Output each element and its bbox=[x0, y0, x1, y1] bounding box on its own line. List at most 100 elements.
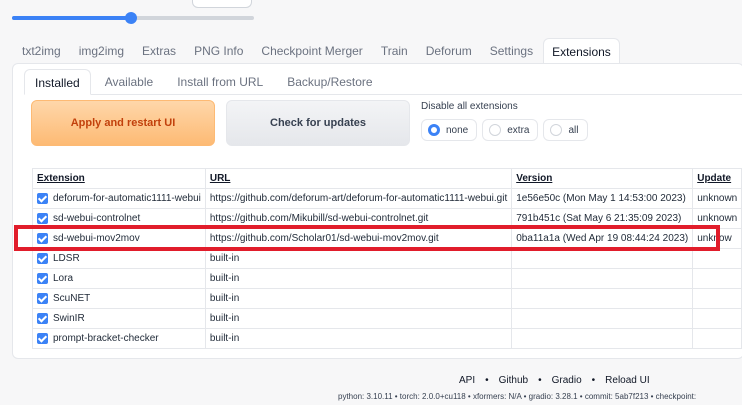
enabled-checkbox[interactable] bbox=[37, 252, 48, 264]
subtab-install-from-url[interactable]: Install from URL bbox=[167, 69, 273, 95]
extension-name: SwinIR bbox=[53, 313, 85, 325]
tab-train[interactable]: Train bbox=[373, 38, 416, 64]
tab-img2img[interactable]: img2img bbox=[71, 38, 132, 64]
header-update[interactable]: Update bbox=[692, 168, 742, 189]
extension-cell: sd-webui-controlnet bbox=[32, 208, 206, 229]
footer-links: API • Github • Gradio • Reload UI bbox=[459, 375, 650, 386]
footer-separator: • bbox=[591, 375, 596, 386]
update-cell bbox=[692, 248, 742, 269]
radio-all-label: all bbox=[568, 124, 579, 136]
slider[interactable] bbox=[12, 10, 254, 26]
slider-thumb[interactable] bbox=[124, 12, 137, 24]
radio-none[interactable]: none bbox=[421, 119, 478, 141]
table-row: LDSR built-in bbox=[32, 248, 742, 269]
enabled-checkbox[interactable] bbox=[37, 312, 48, 324]
version-cell: 1e56e50c (Mon May 1 14:53:00 2023) bbox=[511, 188, 694, 209]
update-cell: unknow bbox=[692, 228, 742, 249]
url-cell: https://github.com/Scholar01/sd-webui-mo… bbox=[204, 228, 513, 249]
main-tabs: txt2img img2img Extras PNG Info Checkpoi… bbox=[14, 38, 622, 64]
version-cell bbox=[511, 308, 694, 329]
table-row: sd-webui-mov2mov https://github.com/Scho… bbox=[32, 228, 742, 249]
enabled-checkbox[interactable] bbox=[37, 332, 48, 344]
footer-version-info: python: 3.10.11 • torch: 2.0.0+cu118 • x… bbox=[338, 392, 697, 401]
table-row: deforum-for-automatic1111-webui https://… bbox=[32, 188, 742, 209]
header-extension[interactable]: Extension bbox=[32, 168, 206, 189]
footer-separator: • bbox=[538, 375, 542, 386]
version-cell: 791b451c (Sat May 6 21:35:09 2023) bbox=[511, 208, 694, 229]
subtab-available[interactable]: Available bbox=[95, 69, 163, 95]
enabled-checkbox[interactable] bbox=[37, 272, 48, 284]
radio-selected-icon bbox=[428, 124, 440, 136]
table-header-row: Extension URL Version Update bbox=[32, 168, 742, 189]
extension-cell: deforum-for-automatic1111-webui bbox=[32, 188, 206, 209]
extensions-table: Extension URL Version Update deforum-for… bbox=[32, 168, 742, 349]
tab-png-info[interactable]: PNG Info bbox=[186, 38, 251, 64]
radio-unselected-icon bbox=[489, 124, 502, 136]
version-cell bbox=[511, 268, 694, 289]
radio-unselected-icon bbox=[550, 124, 563, 136]
extension-name: Lora bbox=[53, 273, 74, 285]
url-cell: https://github.com/deforum-art/deforum-f… bbox=[204, 188, 513, 209]
table-row: SwinIR built-in bbox=[32, 308, 742, 329]
enabled-checkbox[interactable] bbox=[37, 292, 48, 304]
url-cell: built-in bbox=[204, 288, 513, 309]
update-cell bbox=[692, 268, 742, 289]
check-updates-button[interactable]: Check for updates bbox=[226, 100, 410, 146]
footer-link-github[interactable]: Github bbox=[499, 375, 528, 386]
extension-name: sd-webui-mov2mov bbox=[53, 233, 140, 245]
table-row: Lora built-in bbox=[32, 268, 742, 289]
footer-link-reload-ui[interactable]: Reload UI bbox=[605, 375, 649, 386]
footer-link-gradio[interactable]: Gradio bbox=[552, 375, 582, 386]
version-cell: 0ba11a1a (Wed Apr 19 08:44:24 2023) bbox=[511, 228, 694, 249]
version-cell bbox=[511, 248, 694, 269]
enabled-checkbox[interactable] bbox=[37, 192, 48, 204]
enabled-checkbox[interactable] bbox=[37, 212, 48, 224]
extension-name: ScuNET bbox=[53, 293, 91, 305]
update-cell bbox=[692, 308, 742, 329]
top-field bbox=[192, 0, 252, 8]
sub-tabs: Installed Available Install from URL Bac… bbox=[24, 69, 387, 95]
tab-settings[interactable]: Settings bbox=[482, 38, 541, 64]
slider-fill bbox=[12, 16, 131, 20]
radio-none-label: none bbox=[446, 124, 469, 136]
footer-separator: • bbox=[485, 375, 489, 386]
url-cell: built-in bbox=[204, 248, 513, 269]
url-cell: built-in bbox=[204, 268, 513, 289]
extension-cell: ScuNET bbox=[32, 288, 206, 309]
extension-name: LDSR bbox=[53, 253, 80, 265]
header-url[interactable]: URL bbox=[204, 168, 513, 189]
subtab-backup-restore[interactable]: Backup/Restore bbox=[277, 69, 382, 95]
tab-extensions[interactable]: Extensions bbox=[543, 38, 620, 64]
radio-all[interactable]: all bbox=[543, 119, 588, 141]
extension-cell: SwinIR bbox=[32, 308, 206, 329]
extension-cell: prompt-bracket-checker bbox=[32, 328, 206, 349]
disable-extensions-label: Disable all extensions bbox=[421, 101, 518, 112]
update-cell bbox=[692, 288, 742, 309]
url-cell: https://github.com/Mikubill/sd-webui-con… bbox=[204, 208, 513, 229]
footer-link-api[interactable]: API bbox=[459, 375, 475, 386]
tab-deforum[interactable]: Deforum bbox=[418, 38, 480, 64]
radio-extra-label: extra bbox=[507, 124, 530, 136]
url-cell: built-in bbox=[204, 308, 513, 329]
extension-name: deforum-for-automatic1111-webui bbox=[53, 193, 201, 205]
enabled-checkbox[interactable] bbox=[37, 232, 48, 244]
subtab-installed[interactable]: Installed bbox=[24, 69, 91, 95]
update-cell: unknown bbox=[692, 208, 742, 229]
update-cell: unknown bbox=[692, 188, 742, 209]
tab-checkpoint-merger[interactable]: Checkpoint Merger bbox=[253, 38, 370, 64]
apply-restart-button[interactable]: Apply and restart UI bbox=[31, 100, 215, 146]
table-row: ScuNET built-in bbox=[32, 288, 742, 309]
version-cell bbox=[511, 288, 694, 309]
disable-extensions-radio-group: none extra all bbox=[421, 119, 593, 141]
update-cell bbox=[692, 328, 742, 349]
extension-name: sd-webui-controlnet bbox=[53, 213, 141, 225]
tab-extras[interactable]: Extras bbox=[134, 38, 184, 64]
url-cell: built-in bbox=[204, 328, 513, 349]
radio-extra[interactable]: extra bbox=[482, 119, 539, 141]
version-cell bbox=[511, 328, 694, 349]
extension-cell: Lora bbox=[32, 268, 206, 289]
tab-txt2img[interactable]: txt2img bbox=[14, 38, 69, 64]
extension-name: prompt-bracket-checker bbox=[53, 333, 159, 345]
extension-cell: LDSR bbox=[32, 248, 206, 269]
header-version[interactable]: Version bbox=[511, 168, 694, 189]
